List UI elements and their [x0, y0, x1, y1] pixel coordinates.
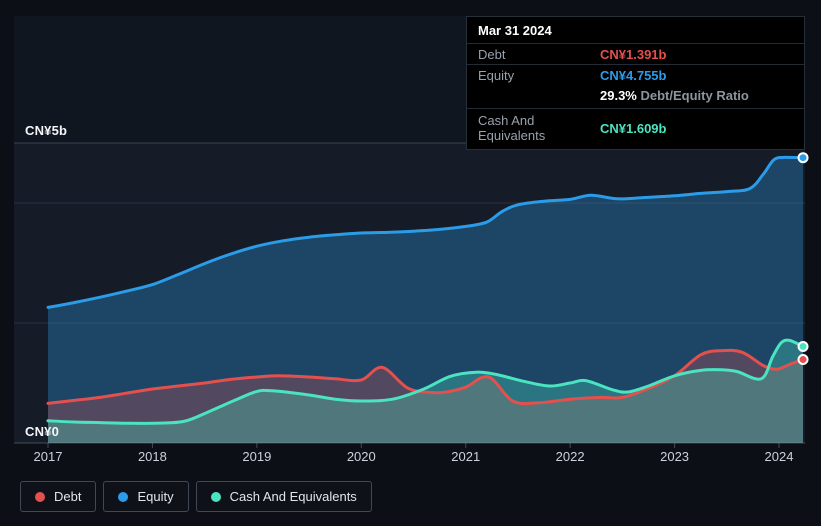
y-axis-max-label: CN¥5b	[25, 123, 68, 138]
tooltip-row-equity: Equity CN¥4.755b	[467, 65, 804, 85]
y-axis-min-label: CN¥0	[25, 424, 60, 439]
legend: Debt Equity Cash And Equivalents	[20, 481, 372, 512]
x-axis-label-2023: 2023	[660, 449, 690, 464]
cash-dot-icon	[210, 491, 221, 502]
chart-container: CN¥5b CN¥0 2017 2018 2019 2020 2021 2022 2023 2…	[0, 0, 821, 526]
x-axis-label-2019: 2019	[242, 449, 272, 464]
tooltip-debt-value: CN¥1.391b	[600, 46, 667, 62]
equity-end-dot	[797, 152, 809, 164]
legend-item-label: Debt	[54, 489, 82, 504]
tooltip-ratio-value: 29.3%	[600, 87, 637, 103]
equity-dot-icon	[118, 491, 129, 502]
tooltip-ratio-label: Debt/Equity Ratio	[640, 87, 749, 103]
x-axis-label-2020: 2020	[346, 449, 376, 464]
tooltip: Mar 31 2024 Debt CN¥1.391b Equity CN¥4.7…	[466, 16, 805, 150]
tooltip-date: Mar 31 2024	[467, 17, 804, 44]
tooltip-row-debt: Debt CN¥1.391b	[467, 44, 804, 65]
tooltip-ratio: 29.3% Debt/Equity Ratio	[600, 88, 793, 103]
legend-item-label: Equity	[137, 489, 174, 504]
debt-dot-icon	[35, 491, 45, 502]
debt-end-dot	[797, 354, 809, 366]
x-axis-label-2018: 2018	[137, 449, 167, 464]
x-axis-label-2021: 2021	[451, 449, 481, 464]
tooltip-cash-value: CN¥1.609b	[600, 120, 667, 136]
tooltip-equity-value: CN¥4.755b	[600, 67, 667, 83]
tooltip-row-cash: Cash And Equivalents CN¥1.609b	[467, 109, 804, 145]
x-axis-label-2024: 2024	[764, 449, 794, 464]
legend-item-cash[interactable]: Cash And Equivalents	[195, 481, 372, 512]
legend-item-label: Cash And Equivalents	[229, 489, 357, 504]
cash-and-equivalents-end-dot	[797, 340, 809, 352]
tooltip-debt-label: Debt	[478, 46, 506, 62]
tooltip-row-ratio: 29.3% Debt/Equity Ratio	[467, 85, 804, 109]
x-axis-label-2017: 2017	[33, 449, 63, 464]
tooltip-cash-label: Cash And Equivalents	[478, 113, 546, 143]
tooltip-equity-label: Equity	[478, 67, 515, 83]
legend-item-equity[interactable]: Equity	[103, 481, 189, 512]
legend-item-debt[interactable]: Debt	[20, 481, 97, 512]
x-axis-label-2022: 2022	[555, 449, 585, 464]
